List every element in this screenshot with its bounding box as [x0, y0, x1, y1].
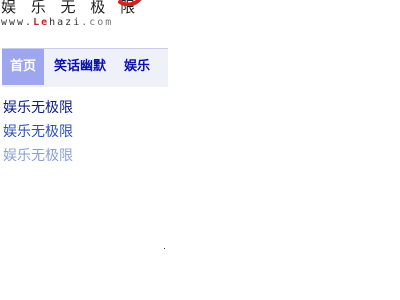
- site-logo[interactable]: 娱 乐 无 极 限 www.Lehazi.com: [0, 0, 160, 36]
- link-item-2[interactable]: 娱乐无极限: [3, 120, 73, 144]
- logo-url-prefix: www.: [1, 17, 34, 28]
- page: 娱 乐 无 极 限 www.Lehazi.com 首页 笑话幽默 娱乐 娱乐无极限 …: [0, 0, 400, 300]
- logo-url-accent: Le: [33, 17, 50, 28]
- tab-entertainment[interactable]: 娱乐: [116, 49, 159, 85]
- tab-jokes-humor[interactable]: 笑话幽默: [46, 49, 115, 85]
- link-item-1[interactable]: 娱乐无极限: [3, 96, 73, 120]
- link-list: 娱乐无极限 娱乐无极限 娱乐无极限: [3, 96, 73, 168]
- link-item-3[interactable]: 娱乐无极限: [3, 144, 73, 168]
- tab-home[interactable]: 首页: [2, 49, 45, 85]
- logo-swoosh-icon: [118, 0, 142, 6]
- tab-navigation: 首页 笑话幽默 娱乐: [2, 48, 168, 87]
- logo-url-suffix: .com: [81, 17, 114, 28]
- logo-url-main: hazi: [49, 17, 82, 28]
- stray-dot: [164, 248, 165, 249]
- logo-url: www.Lehazi.com: [1, 17, 113, 28]
